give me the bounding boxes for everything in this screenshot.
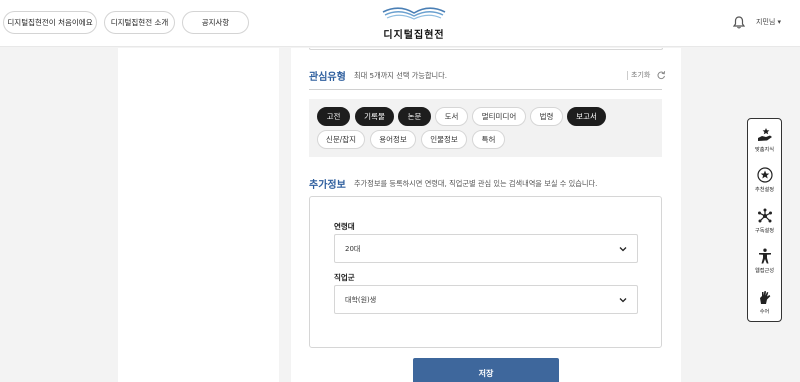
age-select[interactable]: 20대 xyxy=(334,234,638,263)
quick-recommend-settings[interactable]: 추천설정 xyxy=(748,167,781,193)
user-menu[interactable]: 지민님 ▾ xyxy=(756,17,781,27)
network-icon xyxy=(757,208,772,223)
quick-label: 맞춤지식 xyxy=(754,147,775,153)
chip-report[interactable]: 보고서 xyxy=(567,107,606,126)
hand-star-icon xyxy=(757,128,772,141)
job-value: 대학(원)생 xyxy=(345,295,377,304)
interest-title: 관심유형 xyxy=(309,72,346,83)
save-button[interactable]: 저장 xyxy=(413,358,559,382)
settings-panel: 관심유형 최대 5개까지 선택 가능합니다. 초기화 고전 기록물 논문 도서 … xyxy=(291,48,681,382)
extra-title: 추가정보 xyxy=(309,180,346,191)
site-logo[interactable]: 디지털집현전 xyxy=(378,4,450,41)
job-select[interactable]: 대학(원)생 xyxy=(334,285,638,314)
quick-accessibility[interactable]: 웹접근성 xyxy=(748,248,781,274)
reset-label: 초기화 xyxy=(631,71,651,79)
chip-paper[interactable]: 논문 xyxy=(398,107,431,126)
chip-classic[interactable]: 고전 xyxy=(317,107,350,126)
top-header: 디지털집현전이 처음이에요 디지털집현전 소개 공지사항 디지털집현전 지민님 … xyxy=(0,0,800,47)
quick-label: 구독설정 xyxy=(754,228,775,234)
chip-law[interactable]: 법령 xyxy=(530,107,563,126)
chip-people[interactable]: 인물정보 xyxy=(421,130,467,149)
nav-first-time[interactable]: 디지털집현전이 처음이에요 xyxy=(3,11,97,34)
logo-mark-icon xyxy=(382,7,446,20)
bell-icon[interactable] xyxy=(733,16,745,29)
quick-sign-language[interactable]: 수어 xyxy=(748,289,781,315)
extra-desc: 추가정보를 등록하시면 연령대, 직업군별 관심 있는 검색내역을 보실 수 있… xyxy=(354,179,598,188)
reset-separator xyxy=(627,70,628,80)
logo-text: 디지털집현전 xyxy=(383,30,445,41)
refresh-icon xyxy=(657,71,666,80)
quick-label: 수어 xyxy=(759,309,770,315)
quick-label: 추천설정 xyxy=(754,187,775,193)
previous-section-box xyxy=(309,48,663,50)
interest-chip-area: 고전 기록물 논문 도서 멀티미디어 법령 보고서 신문/잡지 용어정보 인물정… xyxy=(309,99,662,157)
reset-button[interactable]: 초기화 xyxy=(627,70,666,80)
chevron-down-icon xyxy=(619,247,627,252)
quick-label: 웹접근성 xyxy=(754,268,775,274)
chip-book[interactable]: 도서 xyxy=(435,107,468,126)
nav-notice[interactable]: 공지사항 xyxy=(182,11,249,34)
chip-records[interactable]: 기록물 xyxy=(355,107,394,126)
interest-desc: 최대 5개까지 선택 가능합니다. xyxy=(354,71,448,80)
sign-language-icon xyxy=(759,291,770,304)
chip-terms[interactable]: 용어정보 xyxy=(370,130,416,149)
age-label: 연령대 xyxy=(334,222,355,231)
quick-subscribe-settings[interactable]: 구독설정 xyxy=(748,208,781,234)
extra-info-form: 연령대 20대 직업군 대학(원)생 xyxy=(309,196,662,348)
accessibility-icon xyxy=(758,248,771,264)
chevron-down-icon xyxy=(619,298,627,303)
age-value: 20대 xyxy=(345,244,361,253)
chip-patent[interactable]: 특허 xyxy=(472,130,505,149)
quick-custom-knowledge[interactable]: 맞춤지식 xyxy=(748,127,781,153)
star-circle-icon xyxy=(756,167,773,183)
job-label: 직업군 xyxy=(334,273,355,282)
quick-menu: 맞춤지식 추천설정 구독설정 웹접근성 수어 xyxy=(747,118,782,322)
chip-newspaper[interactable]: 신문/잡지 xyxy=(317,130,365,149)
section-divider xyxy=(309,89,662,90)
chip-multimedia[interactable]: 멀티미디어 xyxy=(472,107,526,126)
left-panel xyxy=(118,48,279,382)
nav-about[interactable]: 디지털집현전 소개 xyxy=(104,11,175,34)
